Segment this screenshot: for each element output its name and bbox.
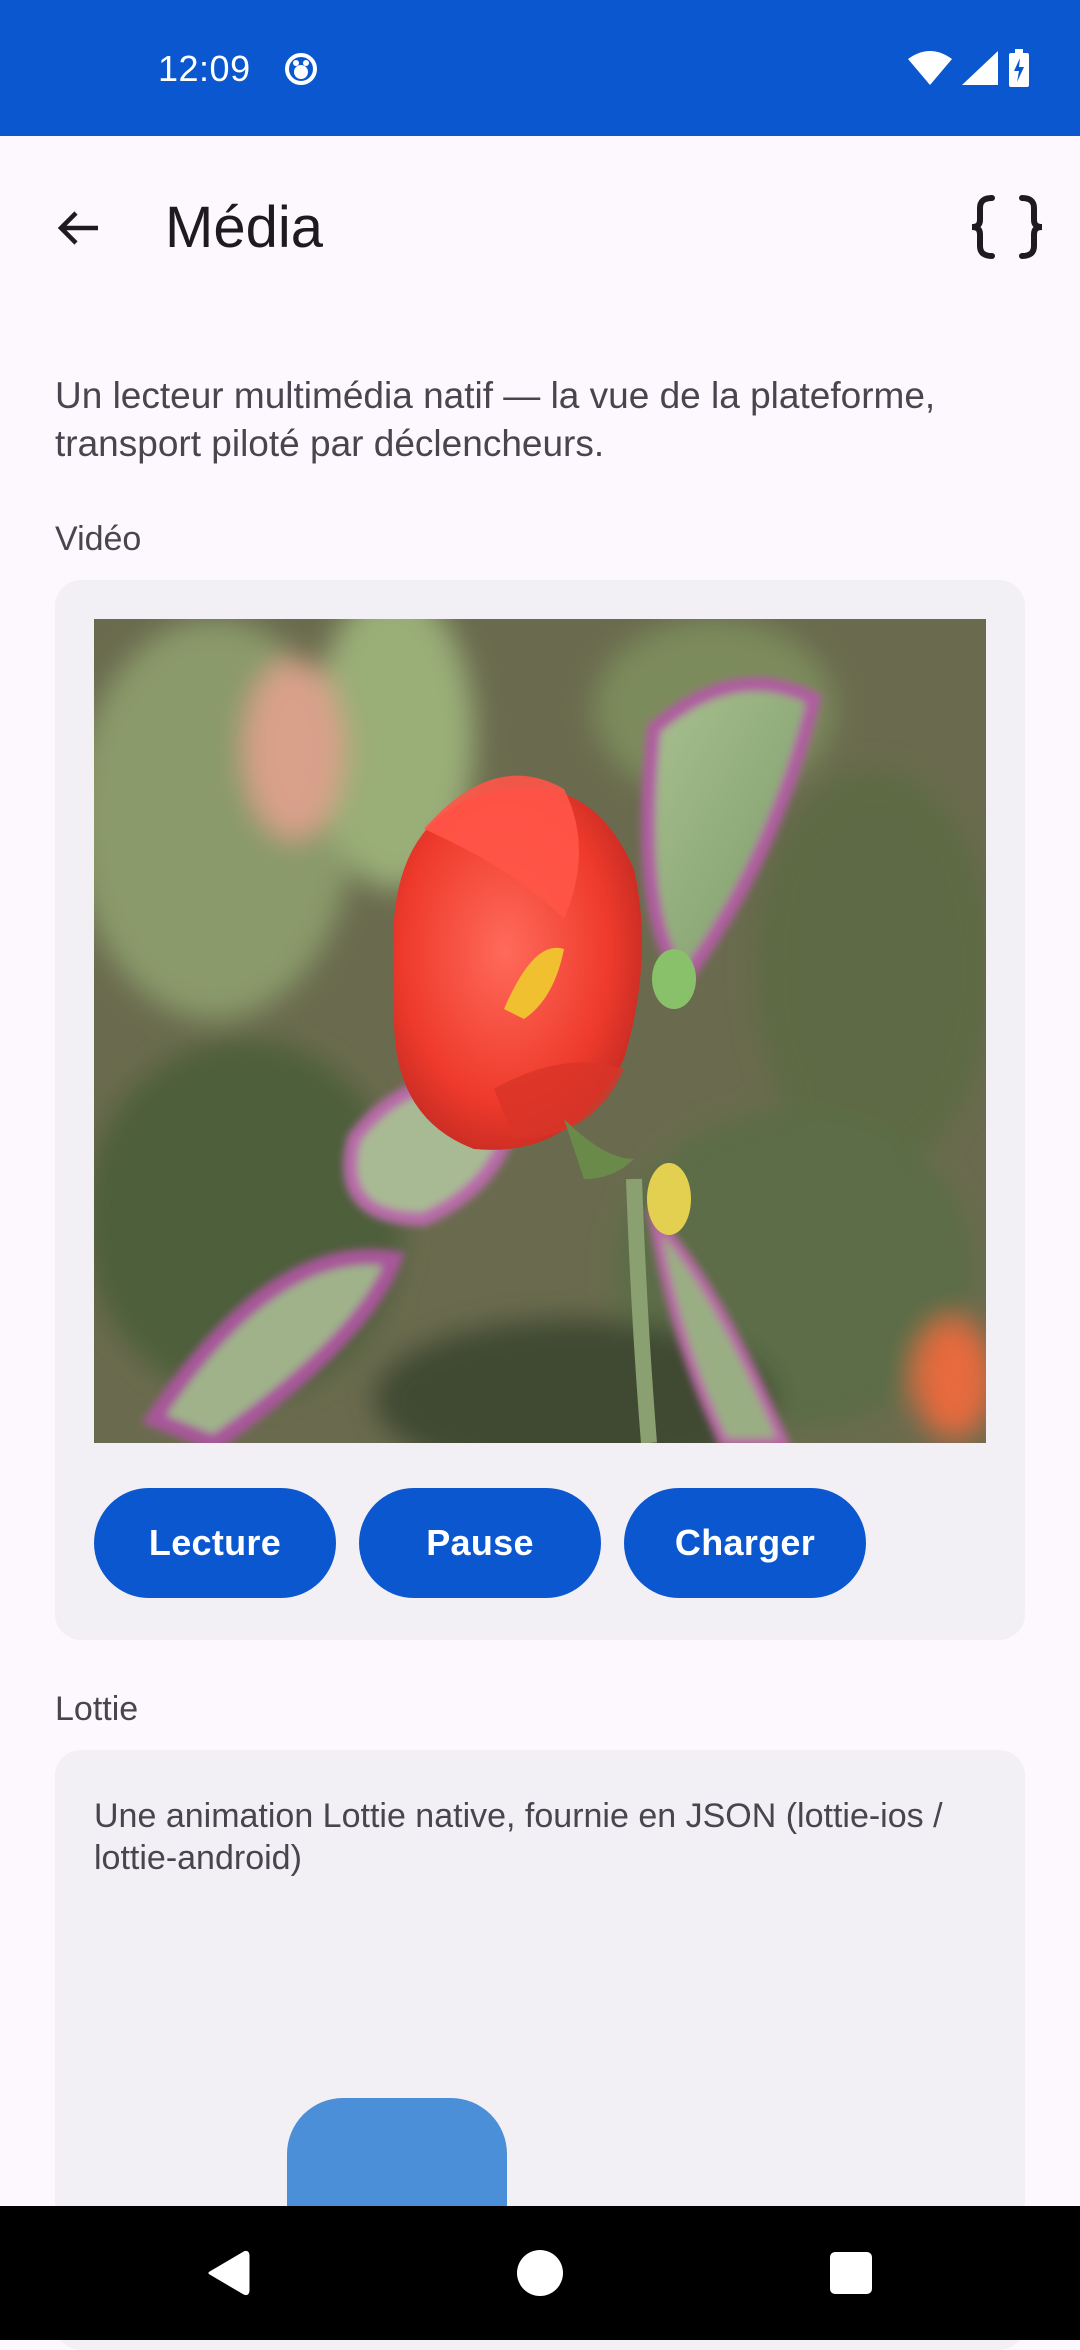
back-button[interactable] bbox=[38, 188, 118, 268]
arrow-back-icon bbox=[57, 211, 98, 245]
system-nav-bar bbox=[0, 2206, 1080, 2340]
app-notification-icon bbox=[284, 52, 318, 86]
play-button[interactable]: Lecture bbox=[94, 1488, 336, 1598]
load-button[interactable]: Charger bbox=[624, 1488, 866, 1598]
video-section-label: Vidéo bbox=[55, 520, 142, 558]
lottie-section-label: Lottie bbox=[55, 1690, 139, 1728]
nav-recents-button[interactable] bbox=[818, 2240, 884, 2306]
wifi-icon bbox=[908, 50, 952, 90]
video-player[interactable] bbox=[94, 619, 986, 1443]
status-bar: 12:09 bbox=[0, 0, 1080, 136]
back-triangle-icon bbox=[208, 2250, 250, 2296]
json-braces-icon bbox=[971, 195, 1043, 259]
nav-home-button[interactable] bbox=[507, 2240, 573, 2306]
home-circle-icon bbox=[517, 2250, 563, 2296]
status-time: 12:09 bbox=[158, 48, 251, 89]
recents-square-icon bbox=[830, 2252, 872, 2294]
battery-charging-icon bbox=[1008, 48, 1030, 92]
signal-icon bbox=[962, 50, 998, 90]
page-title: Média bbox=[165, 195, 323, 260]
intro-text: Un lecteur multimédia natif — la vue de … bbox=[55, 375, 936, 464]
nav-back-button[interactable] bbox=[194, 2240, 260, 2306]
video-controls: Lecture Pause Charger bbox=[94, 1488, 866, 1598]
top-app-bar: Média bbox=[0, 136, 1080, 316]
pause-button[interactable]: Pause bbox=[359, 1488, 601, 1598]
view-json-button[interactable] bbox=[962, 182, 1052, 272]
video-card: Lecture Pause Charger bbox=[55, 580, 1025, 1640]
video-frame-flower bbox=[94, 619, 986, 1443]
lottie-description: Une animation Lottie native, fournie en … bbox=[94, 1797, 943, 1877]
